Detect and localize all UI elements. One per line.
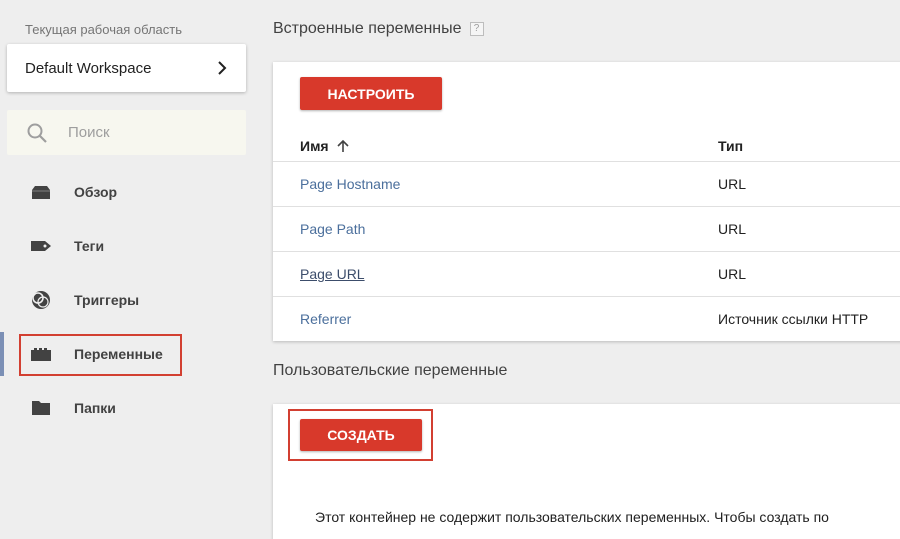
empty-state-message: Этот контейнер не содержит пользовательс… (315, 509, 829, 525)
tag-icon (31, 241, 51, 251)
search-icon (27, 123, 47, 143)
highlight-box-create (288, 409, 433, 461)
chevron-right-icon (218, 61, 227, 75)
table-row[interactable]: Page Hostname URL (273, 161, 900, 206)
active-indicator (0, 332, 4, 376)
variable-name-link[interactable]: Page Path (300, 221, 365, 237)
sidebar-item-triggers[interactable]: Триггеры (0, 278, 262, 322)
variable-name-link[interactable]: Referrer (300, 311, 351, 327)
workspace-selector[interactable]: Default Workspace (7, 44, 246, 92)
custom-variables-title: Пользовательские переменные (273, 362, 508, 379)
table-row[interactable]: Referrer Источник ссылки HTTP (273, 296, 900, 341)
variable-name-link[interactable]: Page URL (300, 266, 365, 282)
builtin-variables-title: Встроенные переменные (273, 20, 462, 37)
variable-name-link[interactable]: Page Hostname (300, 176, 400, 192)
column-header-name-label: Имя (300, 138, 329, 154)
workspace-label: Текущая рабочая область (25, 22, 182, 37)
sidebar-item-tags[interactable]: Теги (0, 224, 262, 268)
sidebar-item-label: Триггеры (74, 292, 140, 308)
sidebar-item-label: Теги (74, 238, 105, 254)
folder-icon (32, 401, 50, 415)
workspace-name: Default Workspace (25, 59, 152, 77)
sidebar-item-folders[interactable]: Папки (0, 386, 262, 430)
sidebar-item-overview[interactable]: Обзор (0, 170, 262, 214)
search-box[interactable] (7, 110, 246, 155)
help-icon[interactable]: ? (469, 22, 484, 36)
builtin-variables-heading: Встроенные переменные? (273, 20, 484, 38)
variable-type: URL (718, 266, 747, 282)
variable-type: URL (718, 176, 747, 192)
search-input[interactable] (68, 124, 238, 141)
variable-type: URL (718, 221, 747, 237)
trigger-icon (32, 291, 50, 309)
builtin-variables-card: НАСТРОИТЬ Имя Тип Page Hostname URL Page… (273, 62, 900, 341)
sidebar-item-label: Обзор (74, 184, 118, 200)
configure-button[interactable]: НАСТРОИТЬ (300, 77, 442, 110)
table-row[interactable]: Page Path URL (273, 206, 900, 251)
sort-arrow-up-icon (337, 139, 350, 152)
briefcase-icon (32, 186, 50, 199)
sidebar: Текущая рабочая область Default Workspac… (0, 0, 262, 539)
table-row[interactable]: Page URL URL (273, 251, 900, 296)
highlight-box-variables (19, 334, 182, 376)
sidebar-item-label: Папки (74, 400, 116, 416)
column-header-name[interactable]: Имя (300, 138, 350, 154)
column-header-type[interactable]: Тип (718, 138, 743, 154)
variable-type: Источник ссылки HTTP (718, 311, 869, 327)
